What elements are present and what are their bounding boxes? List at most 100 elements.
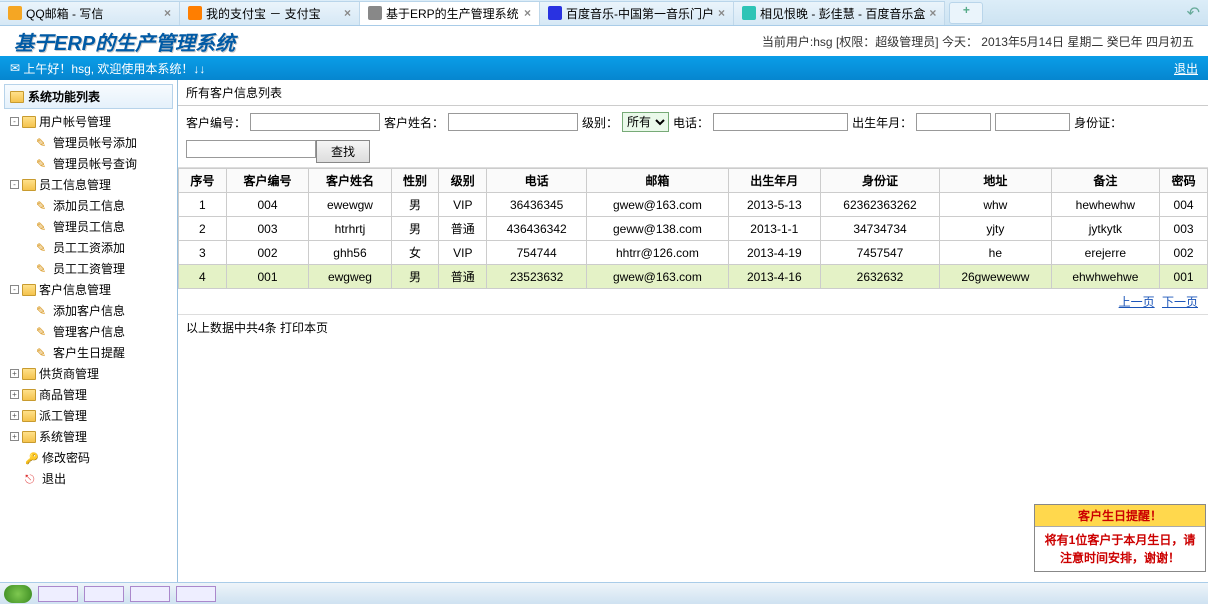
taskbar-item[interactable] [38,586,78,602]
music-icon [742,6,756,20]
expand-icon[interactable]: + [10,369,19,378]
filter-birth-from[interactable] [916,113,991,131]
table-cell: 2013-4-16 [728,265,820,289]
tree-node[interactable]: 退出 [6,468,173,489]
column-header: 客户编号 [226,169,308,193]
table-cell: gwew@163.com [587,265,729,289]
close-icon[interactable]: × [929,6,936,20]
tree-node[interactable]: +供货商管理 [6,363,173,384]
filter-id-input[interactable] [250,113,380,131]
table-cell: 001 [1160,265,1208,289]
table-row[interactable]: 4001ewgweg男普通23523632gwew@163.com2013-4-… [179,265,1208,289]
tree-node[interactable]: +商品管理 [6,384,173,405]
table-cell: 436436342 [487,217,587,241]
table-cell: 普通 [439,217,487,241]
table-cell: 2013-1-1 [728,217,820,241]
tree-node[interactable]: -用户帐号管理 [6,111,173,132]
close-icon[interactable]: × [164,6,171,20]
filter-idcard-input[interactable] [186,140,316,158]
tree-leaf[interactable]: 员工工资管理 [6,258,173,279]
table-cell: 2 [179,217,227,241]
folder-icon [22,179,36,191]
close-icon[interactable]: × [524,6,531,20]
greeting-text: 上午好！hsg, 欢迎使用本系统！↓↓ [23,60,205,77]
tree-leaf[interactable]: 添加员工信息 [6,195,173,216]
table-cell: ehwhwehwe [1051,265,1160,289]
close-icon[interactable]: × [718,6,725,20]
tree-leaf[interactable]: 管理员工信息 [6,216,173,237]
edit-icon [36,262,50,276]
table-cell: 3 [179,241,227,265]
tree-label: 管理员工信息 [53,218,125,235]
expand-icon[interactable]: + [10,432,19,441]
tree-node[interactable]: -客户信息管理 [6,279,173,300]
edit-icon [36,325,50,339]
table-cell: 754744 [487,241,587,265]
folder-icon [22,368,36,380]
tree-leaf[interactable]: 管理客户信息 [6,321,173,342]
tree-leaf[interactable]: 员工工资添加 [6,237,173,258]
browser-tab[interactable]: 百度音乐-中国第一音乐门户× [540,1,734,25]
filter-phone-input[interactable] [713,113,848,131]
table-cell: yjty [940,217,1051,241]
filter-id-label: 客户编号： [186,114,246,131]
tree-label: 修改密码 [42,449,90,466]
tree-leaf[interactable]: 管理员帐号添加 [6,132,173,153]
browser-tab[interactable]: 我的支付宝 － 支付宝 × [180,1,360,25]
tree-node[interactable]: +系统管理 [6,426,173,447]
column-header: 性别 [391,169,439,193]
table-cell: 002 [1160,241,1208,265]
close-icon[interactable]: × [344,6,351,20]
edit-icon [36,199,50,213]
page-icon [368,6,382,20]
expand-icon[interactable]: - [10,117,19,126]
expand-icon[interactable]: + [10,411,19,420]
next-page-link[interactable]: 下一页 [1162,295,1198,309]
tree-leaf[interactable]: 添加客户信息 [6,300,173,321]
expand-icon[interactable]: - [10,180,19,189]
table-cell: hhtrr@126.com [587,241,729,265]
table-row[interactable]: 1004ewewgw男VIP36436345gwew@163.com2013-5… [179,193,1208,217]
taskbar-item[interactable] [130,586,170,602]
expand-icon[interactable]: + [10,390,19,399]
tab-label: 我的支付宝 － 支付宝 [206,5,321,22]
table-cell: 004 [226,193,308,217]
column-header: 身份证 [820,169,939,193]
table-cell: VIP [439,193,487,217]
sidebar-header-label: 系统功能列表 [28,88,100,105]
tree-label: 退出 [42,470,66,487]
expand-icon[interactable]: - [10,285,19,294]
app-title: 基于ERP的生产管理系统 [14,27,235,56]
taskbar-item[interactable] [84,586,124,602]
table-cell: ewewgw [309,193,391,217]
prev-page-link[interactable]: 上一页 [1119,295,1155,309]
search-button[interactable]: 查找 [316,140,370,163]
tree-node[interactable]: 修改密码 [6,447,173,468]
table-row[interactable]: 3002ghh56女VIP754744hhtrr@126.com2013-4-1… [179,241,1208,265]
filter-level-label: 级别： [582,114,618,131]
table-cell: 女 [391,241,439,265]
browser-tab[interactable]: 基于ERP的生产管理系统× [360,1,540,25]
filter-name-input[interactable] [448,113,578,131]
table-cell: jytkytk [1051,217,1160,241]
edit-icon [36,304,50,318]
browser-tab-bar: QQ邮箱 - 写信×我的支付宝 － 支付宝×基于ERP的生产管理系统×百度音乐-… [0,0,1208,26]
tree-node[interactable]: +派工管理 [6,405,173,426]
browser-tab[interactable]: QQ邮箱 - 写信× [0,1,180,25]
start-button[interactable] [4,585,32,603]
table-row[interactable]: 2003htrhrtj男普通436436342geww@138.com2013-… [179,217,1208,241]
tree-leaf[interactable]: 管理员帐号查询 [6,153,173,174]
mail-icon: ✉ [10,61,20,75]
back-arrow-icon[interactable]: ↶ [1187,3,1200,23]
baidu-icon [548,6,562,20]
filter-level-select[interactable]: 所有 [622,112,669,132]
tree-node[interactable]: -员工信息管理 [6,174,173,195]
column-header: 客户姓名 [309,169,391,193]
browser-tab[interactable]: 相见恨晚 - 彭佳慧 - 百度音乐盒× [734,1,945,25]
table-cell: 1 [179,193,227,217]
filter-birth-to[interactable] [995,113,1070,131]
new-tab-button[interactable]: + [949,2,983,24]
taskbar-item[interactable] [176,586,216,602]
logout-link[interactable]: 退出 [1174,60,1198,77]
tree-leaf[interactable]: 客户生日提醒 [6,342,173,363]
